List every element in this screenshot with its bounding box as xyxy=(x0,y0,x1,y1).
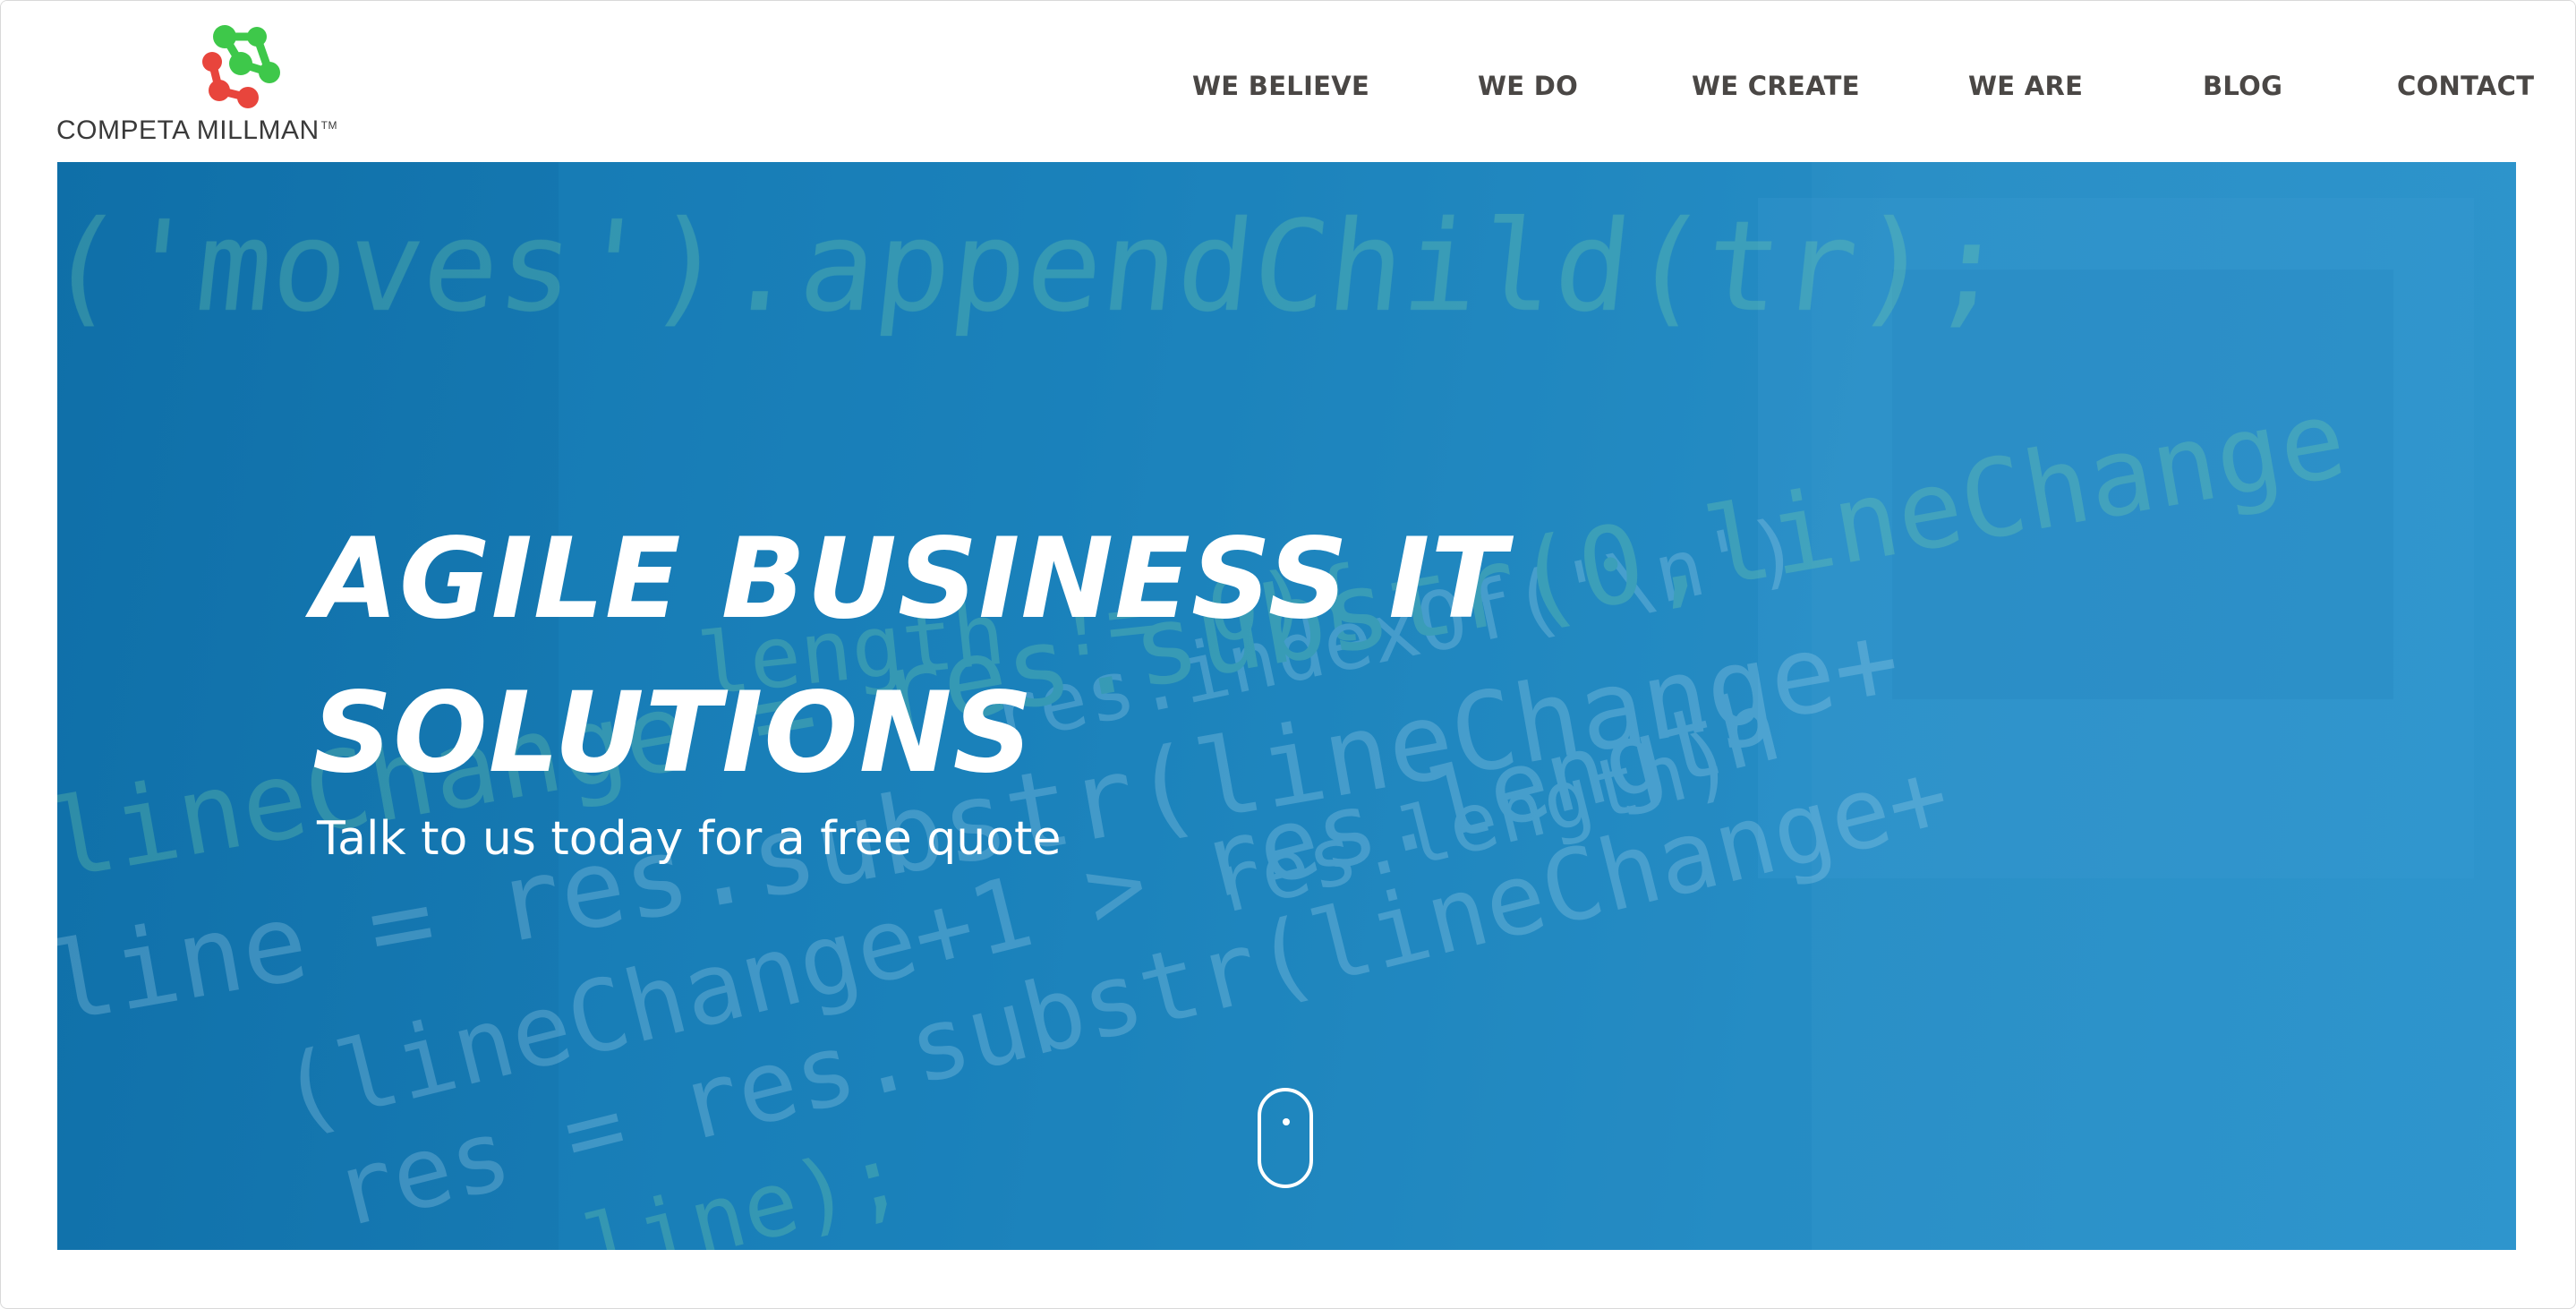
nav-we-believe[interactable]: WE BELIEVE xyxy=(1192,71,1369,101)
nav-blog[interactable]: BLOG xyxy=(2203,71,2282,101)
nav-we-create[interactable]: WE CREATE xyxy=(1692,71,1860,101)
trademark-symbol: TM xyxy=(320,119,337,132)
mouse-scroll-icon[interactable] xyxy=(1258,1088,1313,1188)
site-logo[interactable]: COMPETA MILLMAN TM xyxy=(56,17,343,151)
hero-banner: ('moves').appendChild(tr); length != 0){… xyxy=(57,162,2516,1250)
molecule-logo-icon xyxy=(202,25,280,108)
hero-headline-line-1: AGILE BUSINESS IT xyxy=(312,515,1507,644)
nav-we-do[interactable]: WE DO xyxy=(1478,71,1578,101)
brand-name: COMPETA MILLMAN TM xyxy=(56,116,337,145)
browser-page: COMPETA MILLMAN TM WE BELIEVE WE DO WE CR… xyxy=(0,0,2576,1309)
nav-contact[interactable]: CONTACT xyxy=(2397,71,2534,101)
scroll-wheel-dot xyxy=(1283,1118,1290,1125)
main-navigation: WE BELIEVE WE DO WE CREATE WE ARE BLOG C… xyxy=(1191,71,2534,107)
site-header: COMPETA MILLMAN TM WE BELIEVE WE DO WE CR… xyxy=(1,1,2575,162)
hero-headline-line-2: SOLUTIONS xyxy=(312,669,1034,798)
hero-headline: AGILE BUSINESS IT SOLUTIONS xyxy=(312,502,1565,810)
hero-subtitle: Talk to us today for a free quote xyxy=(317,812,1062,866)
code-line-1: ('moves').appendChild(tr); xyxy=(57,194,2015,340)
nav-we-are[interactable]: WE ARE xyxy=(1968,71,2083,101)
